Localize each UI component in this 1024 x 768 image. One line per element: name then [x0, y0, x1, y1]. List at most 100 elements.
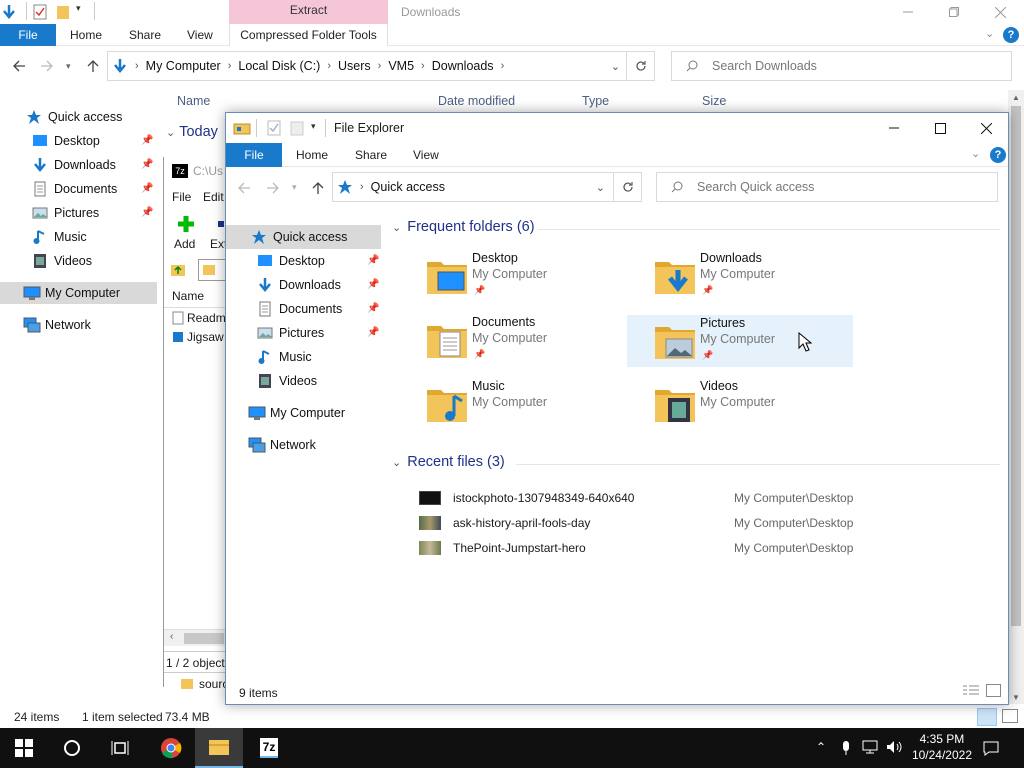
column-date-modified[interactable]: Date modified	[438, 94, 515, 108]
7zip-add-button[interactable]: Add	[174, 237, 195, 251]
nav-pictures[interactable]: Pictures	[32, 202, 99, 224]
folder-tile-desktop[interactable]: Desktop My Computer 📌	[426, 251, 650, 305]
nav-desktop[interactable]: Desktop	[32, 130, 100, 152]
nav-documents[interactable]: Documents	[257, 298, 342, 320]
add-icon[interactable]	[176, 214, 196, 234]
7zip-taskbar-button[interactable]: 7z	[245, 728, 293, 768]
address-dropdown-icon[interactable]: ⌄	[596, 181, 605, 194]
minimize-button[interactable]	[885, 0, 931, 24]
maximize-button[interactable]	[917, 113, 963, 143]
breadcrumb-quick-access[interactable]: Quick access	[371, 180, 445, 194]
help-icon[interactable]: ?	[990, 147, 1006, 163]
scrollbar-thumb[interactable]	[1011, 106, 1021, 626]
nav-downloads[interactable]: Downloads	[257, 274, 341, 296]
file-explorer-icon[interactable]	[233, 121, 251, 135]
breadcrumb-users[interactable]: Users	[338, 59, 371, 73]
customize-dropdown-icon[interactable]: ▾	[76, 3, 81, 14]
tab-share[interactable]: Share	[355, 143, 387, 167]
nav-network[interactable]: Network	[248, 434, 316, 456]
folder-tile-videos[interactable]: Videos My Computer	[654, 379, 878, 433]
forward-arrow-icon[interactable]	[266, 181, 280, 195]
nav-my-computer[interactable]: My Computer	[248, 402, 345, 424]
breadcrumb-my-computer[interactable]: My Computer	[146, 59, 221, 73]
start-button[interactable]	[0, 728, 48, 768]
compressed-folder-tools-tab[interactable]: Compressed Folder Tools	[229, 24, 388, 46]
network-tray-icon[interactable]	[862, 740, 880, 754]
nav-videos[interactable]: Videos	[32, 250, 92, 272]
nav-pictures[interactable]: Pictures	[257, 322, 324, 344]
file-tab[interactable]: File	[226, 143, 282, 167]
frequent-folders-header[interactable]: ⌄ Frequent folders (6)	[392, 219, 535, 235]
7zip-menu-file[interactable]: File	[172, 190, 191, 204]
nav-videos[interactable]: Videos	[257, 370, 317, 392]
nav-quick-access[interactable]: Quick access	[251, 226, 347, 248]
task-view-button[interactable]	[96, 728, 144, 768]
nav-music[interactable]: Music	[32, 226, 87, 248]
breadcrumb-vm5[interactable]: VM5	[388, 59, 414, 73]
column-size[interactable]: Size	[702, 94, 726, 108]
back-arrow-icon[interactable]	[237, 181, 251, 195]
tab-view[interactable]: View	[187, 24, 213, 46]
folder-up-icon[interactable]	[170, 262, 186, 278]
address-bar[interactable]: › My Computer › Local Disk (C:) › Users › V…	[107, 51, 655, 81]
volume-icon[interactable]	[886, 740, 902, 754]
tab-share[interactable]: Share	[129, 24, 161, 46]
recent-file-row[interactable]: istockphoto-1307948349-640x640	[419, 488, 634, 508]
close-button[interactable]	[977, 0, 1023, 24]
help-icon[interactable]: ?	[1003, 27, 1019, 43]
restore-button[interactable]	[931, 0, 977, 24]
folder-tile-downloads[interactable]: Downloads My Computer 📌	[654, 251, 878, 305]
new-folder-icon[interactable]	[290, 120, 304, 136]
up-arrow-icon[interactable]	[311, 181, 325, 195]
7zip-column-name[interactable]: Name	[172, 289, 204, 303]
nav-music[interactable]: Music	[257, 346, 312, 368]
customize-dropdown-icon[interactable]: ▾	[311, 121, 316, 132]
extract-context-tab[interactable]: Extract	[229, 0, 388, 24]
properties-icon[interactable]	[267, 120, 281, 136]
group-today[interactable]: ⌄ Today	[166, 124, 218, 140]
downloads-arrow-icon[interactable]	[2, 4, 16, 20]
details-view-icon[interactable]	[963, 685, 979, 697]
7zip-row[interactable]: Readm	[172, 311, 226, 325]
chrome-icon[interactable]	[147, 728, 195, 768]
extract-icon[interactable]	[218, 221, 224, 227]
recent-file-row[interactable]: ask-history-april-fools-day	[419, 513, 590, 533]
recent-files-header[interactable]: ⌄ Recent files (3)	[392, 454, 505, 470]
minimize-button[interactable]	[871, 113, 917, 143]
notifications-icon[interactable]	[983, 740, 999, 756]
nav-desktop[interactable]: Desktop	[257, 250, 325, 272]
column-type[interactable]: Type	[582, 94, 609, 108]
expand-ribbon-icon[interactable]: ⌄	[985, 23, 994, 45]
address-bar[interactable]: › Quick access ⌄	[332, 172, 642, 202]
address-dropdown-icon[interactable]: ⌄	[611, 60, 620, 73]
new-folder-icon[interactable]	[56, 4, 70, 20]
recent-locations-icon[interactable]: ▾	[292, 182, 297, 193]
folder-tile-documents[interactable]: Documents My Computer 📌	[426, 315, 650, 369]
folder-tile-pictures[interactable]: Pictures My Computer 📌	[627, 315, 853, 367]
forward-arrow-icon[interactable]	[40, 59, 54, 73]
search-button[interactable]	[48, 728, 96, 768]
file-tab[interactable]: File	[0, 24, 56, 46]
tab-home[interactable]: Home	[70, 24, 102, 46]
search-downloads-input[interactable]: Search Downloads	[671, 51, 1012, 81]
tab-home[interactable]: Home	[296, 143, 328, 167]
large-icons-view-icon[interactable]	[1002, 709, 1018, 723]
expand-ribbon-icon[interactable]: ⌄	[971, 143, 980, 165]
nav-my-computer[interactable]: My Computer	[23, 282, 120, 304]
large-icons-view-icon[interactable]	[986, 684, 1001, 697]
nav-network[interactable]: Network	[23, 314, 91, 336]
vertical-scrollbar[interactable]: ▲ ▼	[1008, 90, 1024, 704]
chevron-up-icon[interactable]: ⌃	[816, 740, 826, 754]
properties-icon[interactable]	[33, 4, 47, 20]
7zip-row[interactable]: Jigsaw	[172, 330, 224, 344]
close-button[interactable]	[963, 113, 1009, 143]
back-arrow-icon[interactable]	[12, 59, 26, 73]
7zip-horizontal-scrollbar[interactable]: ‹	[164, 629, 226, 646]
details-view-icon[interactable]	[977, 708, 997, 726]
7zip-menu-edit[interactable]: Edit	[203, 190, 224, 204]
breadcrumb-local-disk[interactable]: Local Disk (C:)	[238, 59, 320, 73]
column-name[interactable]: Name	[177, 94, 210, 108]
search-quick-access-input[interactable]: Search Quick access	[656, 172, 998, 202]
list-item[interactable]: sourc	[180, 677, 228, 691]
tab-view[interactable]: View	[413, 143, 439, 167]
